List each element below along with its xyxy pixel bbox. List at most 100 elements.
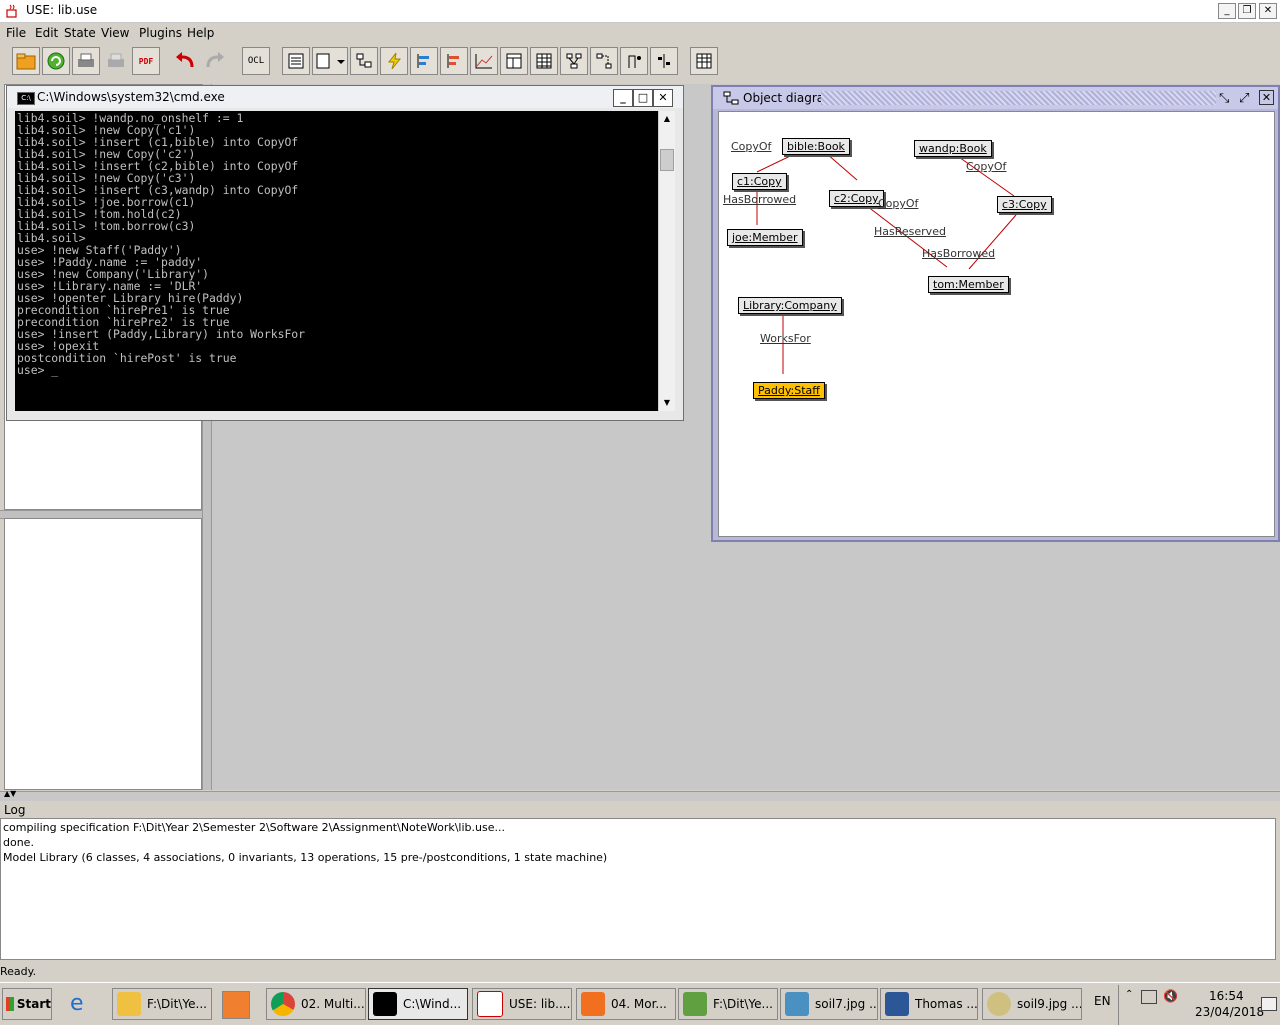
task-use[interactable]: USE: lib.... bbox=[472, 988, 572, 1020]
menu-edit[interactable]: Edit bbox=[35, 26, 58, 40]
log-splitter[interactable]: ▲▼ bbox=[0, 789, 1280, 801]
link-tom-c3 bbox=[968, 214, 1017, 270]
log-line: done. bbox=[3, 836, 34, 849]
menu-help[interactable]: Help bbox=[187, 26, 214, 40]
class-diagram-icon[interactable] bbox=[350, 47, 378, 75]
diagram-canvas[interactable]: bible:Book wandp:Book c1:Copy c2:Copy c3… bbox=[718, 111, 1275, 537]
details-panel[interactable] bbox=[4, 518, 202, 790]
cmd-window: C:\ C:\Windows\system32\cmd.exe _ □ ✕ li… bbox=[6, 85, 684, 421]
minimize-button[interactable]: _ bbox=[1218, 3, 1236, 19]
java-icon bbox=[477, 991, 503, 1017]
pdf-export-icon[interactable]: PDF bbox=[132, 47, 160, 75]
maximize-frame-icon[interactable]: ⤢ bbox=[1239, 91, 1249, 106]
object-tom[interactable]: tom:Member bbox=[928, 276, 1009, 293]
sequence-red-icon[interactable] bbox=[440, 47, 468, 75]
menu-file[interactable]: File bbox=[6, 26, 26, 40]
media-player-icon[interactable] bbox=[222, 991, 250, 1019]
redo-icon bbox=[201, 47, 229, 75]
status-bar: Ready. bbox=[0, 965, 37, 978]
cmd-close-button[interactable]: ✕ bbox=[653, 89, 673, 107]
system-tray: ⌃ 🔇 16:54 23/04/2018 bbox=[1118, 985, 1280, 1025]
console-line: lib4.soil> !tom.borrow(c3) bbox=[17, 219, 196, 233]
log-line: compiling specification F:\Dit\Year 2\Se… bbox=[3, 821, 505, 834]
show-desktop-icon[interactable] bbox=[1261, 997, 1277, 1011]
pdf-icon bbox=[581, 992, 605, 1016]
table-view-icon[interactable] bbox=[500, 47, 528, 75]
label-hasborrowed: HasBorrowed bbox=[922, 247, 996, 260]
communication-diagram-icon[interactable] bbox=[590, 47, 618, 75]
paint-icon bbox=[987, 992, 1011, 1016]
grid-view-icon[interactable] bbox=[530, 47, 558, 75]
ie-icon[interactable]: e bbox=[70, 991, 100, 1019]
object-diagram-header[interactable]: Object diagram ⤡ ⤢ ✕ bbox=[713, 87, 1278, 109]
object-diagram-icon[interactable] bbox=[560, 47, 588, 75]
association-links bbox=[756, 146, 1017, 374]
object-bible[interactable]: bible:Book bbox=[782, 138, 850, 155]
task-image[interactable]: soil7.jpg ... bbox=[780, 988, 878, 1020]
close-button[interactable]: ✕ bbox=[1259, 3, 1277, 19]
tray-expand-icon[interactable]: ⌃ bbox=[1125, 989, 1133, 1000]
class-list-icon[interactable] bbox=[282, 47, 310, 75]
start-label: Start bbox=[16, 997, 51, 1011]
task-chrome[interactable]: 02. Multi... bbox=[266, 988, 366, 1020]
spreadsheet-icon[interactable] bbox=[690, 47, 718, 75]
pdf-label: PDF bbox=[138, 56, 154, 66]
clock-time[interactable]: 16:54 bbox=[1209, 989, 1244, 1003]
network-icon[interactable] bbox=[1141, 990, 1157, 1004]
object-c1[interactable]: c1:Copy bbox=[732, 173, 787, 190]
java-app-icon bbox=[4, 3, 20, 19]
splitter-arrows-icon[interactable]: ▲▼ bbox=[4, 789, 16, 798]
print-icon[interactable] bbox=[72, 47, 100, 75]
label-hasborrowed: HasBorrowed bbox=[723, 193, 797, 206]
scroll-down-icon[interactable]: ▼ bbox=[659, 395, 675, 411]
menu-plugins[interactable]: Plugins bbox=[139, 26, 182, 40]
task-paint[interactable]: soil9.jpg ... bbox=[982, 988, 1082, 1020]
state-machine-icon[interactable] bbox=[620, 47, 648, 75]
cmd-maximize-button[interactable]: □ bbox=[633, 89, 653, 107]
object-c3[interactable]: c3:Copy bbox=[997, 196, 1052, 213]
open-icon[interactable] bbox=[12, 47, 40, 75]
object-paddy[interactable]: Paddy:Staff bbox=[753, 382, 825, 399]
close-frame-icon[interactable]: ✕ bbox=[1259, 90, 1274, 105]
cmd-title-bar[interactable]: C:\ C:\Windows\system32\cmd.exe _ □ ✕ bbox=[7, 86, 683, 108]
word-icon bbox=[885, 992, 909, 1016]
windows-logo-icon bbox=[6, 997, 14, 1011]
object-c2[interactable]: c2:Copy bbox=[829, 190, 884, 207]
task-cmd[interactable]: C:\Wind... bbox=[368, 988, 468, 1020]
start-button[interactable]: Start bbox=[2, 988, 52, 1020]
line-chart-icon[interactable] bbox=[470, 47, 498, 75]
task-editor[interactable]: F:\Dit\Ye... bbox=[678, 988, 778, 1020]
object-library[interactable]: Library:Company bbox=[738, 297, 842, 314]
task-word[interactable]: Thomas ... bbox=[880, 988, 978, 1020]
log-panel[interactable]: compiling specification F:\Dit\Year 2\Se… bbox=[0, 818, 1276, 960]
volume-muted-icon[interactable]: 🔇 bbox=[1163, 989, 1178, 1003]
task-label: F:\Dit\Ye... bbox=[713, 997, 773, 1011]
lightning-icon[interactable] bbox=[380, 47, 408, 75]
print-disabled-icon bbox=[102, 47, 130, 75]
restore-button[interactable]: ❐ bbox=[1238, 3, 1256, 19]
menu-state[interactable]: State bbox=[64, 26, 96, 40]
task-pdf[interactable]: 04. Mor... bbox=[576, 988, 676, 1020]
cmd-scrollbar[interactable]: ▲ ▼ bbox=[658, 111, 675, 411]
console-output[interactable]: lib4.soil> !wandp.no_onshelf := 1 lib4.so… bbox=[15, 111, 658, 411]
object-wandp[interactable]: wandp:Book bbox=[914, 140, 992, 157]
cmd-icon: C:\ bbox=[17, 92, 35, 105]
cmd-minimize-button[interactable]: _ bbox=[613, 89, 633, 107]
minimize-frame-icon[interactable]: ⤡ bbox=[1219, 91, 1229, 106]
reload-icon[interactable] bbox=[42, 47, 70, 75]
sequence-blue-icon[interactable] bbox=[410, 47, 438, 75]
console-line: postcondition `hirePost' is true bbox=[17, 351, 237, 365]
task-folder[interactable]: F:\Dit\Ye... bbox=[112, 988, 212, 1020]
menu-view[interactable]: View bbox=[101, 26, 129, 40]
clock-date[interactable]: 23/04/2018 bbox=[1195, 1005, 1264, 1019]
activity-icon[interactable] bbox=[650, 47, 678, 75]
document-dropdown-icon[interactable] bbox=[312, 47, 348, 75]
task-label: 04. Mor... bbox=[611, 997, 667, 1011]
language-indicator[interactable]: EN bbox=[1094, 994, 1111, 1008]
scroll-up-icon[interactable]: ▲ bbox=[659, 111, 675, 127]
label-hasreserved: HasReserved bbox=[874, 225, 946, 238]
ocl-button[interactable]: OCL bbox=[242, 47, 270, 75]
scroll-thumb[interactable] bbox=[660, 149, 674, 171]
object-joe[interactable]: joe:Member bbox=[727, 229, 803, 246]
undo-icon[interactable] bbox=[171, 47, 199, 75]
